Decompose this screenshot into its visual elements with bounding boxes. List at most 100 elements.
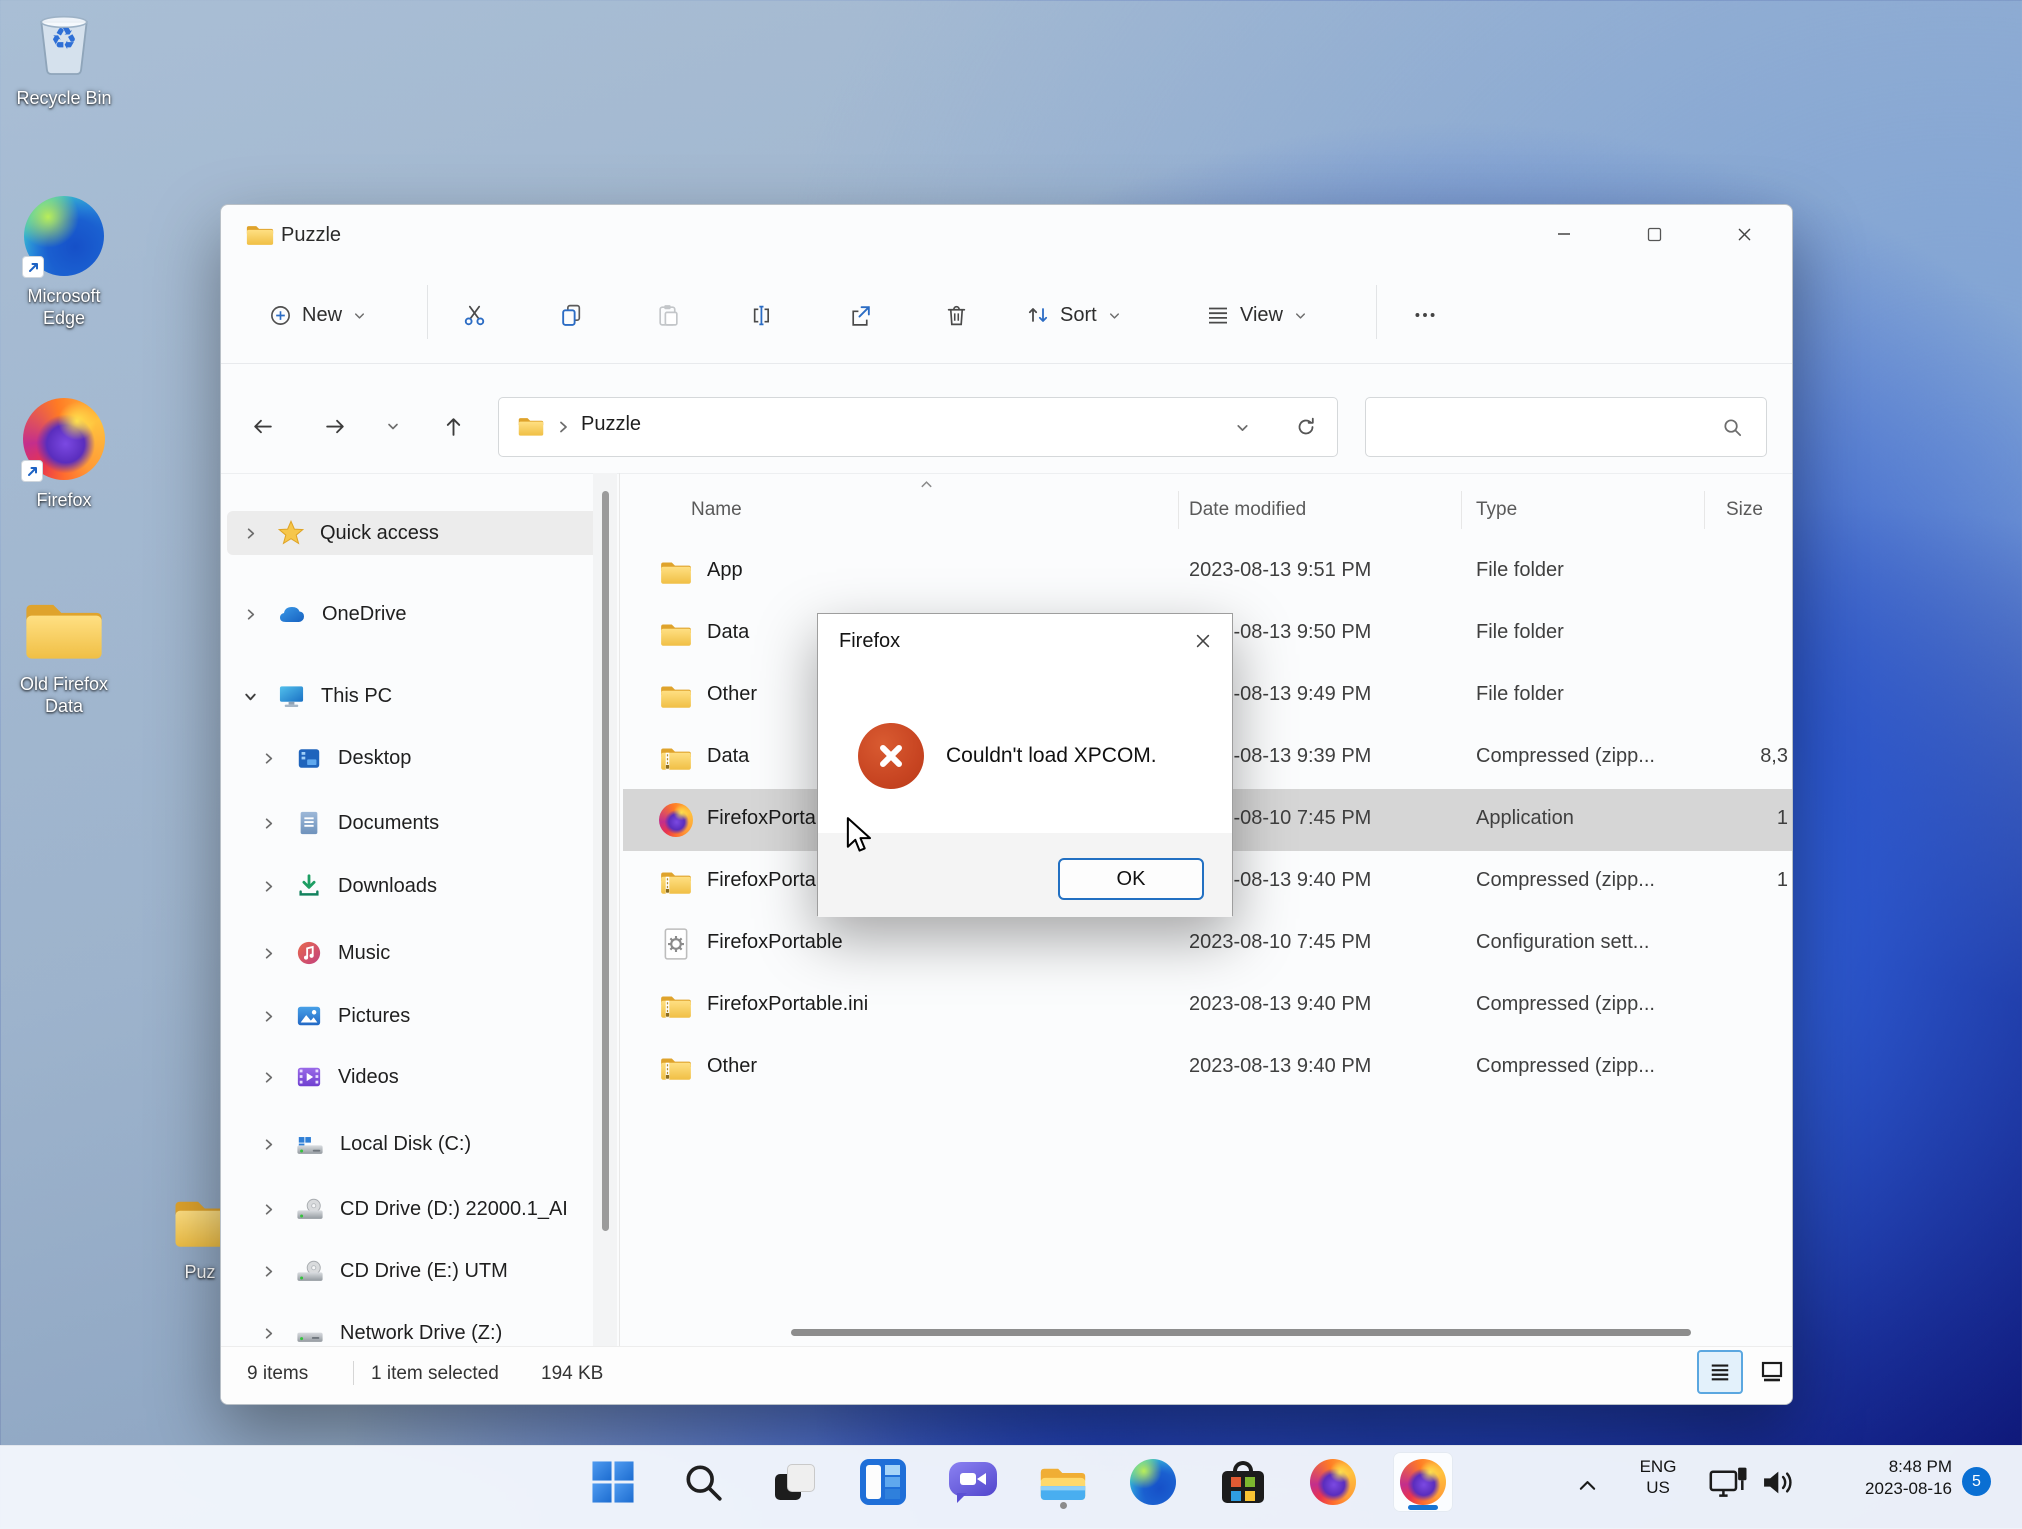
sidebar-item-quick-access[interactable]: Quick access	[227, 511, 607, 555]
firefox-icon	[659, 803, 693, 837]
file-name: Data	[707, 745, 749, 768]
sidebar-item-music[interactable]: Music	[227, 931, 607, 975]
expand-chevron-icon[interactable]	[261, 1070, 276, 1085]
share-button[interactable]	[836, 291, 884, 339]
sidebar-item-onedrive[interactable]: OneDrive	[227, 592, 607, 636]
expand-chevron-icon[interactable]	[243, 607, 258, 622]
expand-chevron-icon[interactable]	[261, 1202, 276, 1217]
clock-time: 8:48 PM	[1812, 1456, 1952, 1478]
arrow-left-icon	[250, 414, 275, 439]
notification-badge[interactable]: 5	[1962, 1467, 1991, 1496]
windows-start-icon	[591, 1460, 635, 1504]
firefox-active-taskbar-button[interactable]	[1393, 1452, 1453, 1512]
column-header-date-modified[interactable]: Date modified	[1189, 499, 1306, 521]
taskbar-search-button[interactable]	[673, 1452, 733, 1512]
task-view-icon-front	[787, 1464, 815, 1492]
rename-button[interactable]	[739, 291, 787, 339]
chevron-down-icon	[352, 308, 367, 323]
search-box[interactable]	[1365, 397, 1767, 457]
table-row-app[interactable]: App 2023-08-13 9:51 PM File folder	[623, 541, 1792, 603]
sidebar-item-local-disk-c[interactable]: Local Disk (C:)	[227, 1122, 607, 1166]
table-row-firefoxportable-ini-zip[interactable]: FirefoxPortable.ini 2023-08-13 9:40 PM C…	[623, 975, 1792, 1037]
sidebar-item-downloads[interactable]: Downloads	[227, 864, 607, 908]
horizontal-scrollbar-thumb[interactable]	[791, 1329, 1691, 1336]
view-button[interactable]: View	[1196, 291, 1318, 339]
refresh-icon[interactable]	[1294, 415, 1318, 439]
status-item-count: 9 items	[247, 1363, 308, 1385]
large-icons-view-button[interactable]	[1749, 1350, 1793, 1394]
tray-show-hidden-icons-button[interactable]	[1568, 1463, 1606, 1507]
start-button[interactable]	[583, 1452, 643, 1512]
back-button[interactable]	[238, 402, 286, 450]
desktop-icon-firefox[interactable]: Firefox	[2, 398, 126, 511]
network-tray-button[interactable]	[1708, 1464, 1750, 1507]
details-view-button[interactable]	[1697, 1350, 1743, 1394]
address-bar[interactable]: Puzzle	[498, 397, 1338, 457]
sidebar-item-this-pc[interactable]: This PC	[227, 674, 607, 718]
delete-button[interactable]	[932, 291, 980, 339]
store-taskbar-button[interactable]	[1213, 1452, 1273, 1512]
close-button[interactable]	[1715, 205, 1773, 263]
sidebar-item-pictures[interactable]: Pictures	[227, 994, 607, 1038]
dialog-close-button[interactable]	[1184, 624, 1222, 658]
cut-button[interactable]	[450, 291, 498, 339]
toolbar-divider	[427, 285, 428, 339]
sort-button[interactable]: Sort	[1016, 291, 1132, 339]
expand-chevron-icon[interactable]	[261, 879, 276, 894]
forward-button[interactable]	[311, 402, 359, 450]
column-separator[interactable]	[1704, 491, 1705, 529]
desktop-icon-old-firefox-data[interactable]: Old Firefox Data	[2, 594, 126, 717]
new-button[interactable]: New	[259, 291, 377, 339]
chevron-down-icon	[1107, 308, 1122, 323]
sidebar-scrollbar-thumb[interactable]	[602, 491, 609, 1231]
column-header-name[interactable]: Name	[691, 499, 742, 521]
sort-ascending-caret-icon	[919, 479, 934, 489]
column-separator[interactable]	[1178, 491, 1179, 529]
expand-chevron-icon[interactable]	[261, 816, 276, 831]
plus-circle-icon	[269, 304, 292, 327]
search-icon	[682, 1461, 724, 1503]
expand-chevron-icon[interactable]	[261, 946, 276, 961]
column-separator[interactable]	[1461, 491, 1462, 529]
file-explorer-taskbar-button[interactable]	[1033, 1452, 1093, 1512]
expand-chevron-icon[interactable]	[261, 751, 276, 766]
collapse-chevron-icon[interactable]	[243, 689, 258, 704]
maximize-button[interactable]	[1625, 205, 1683, 263]
sidebar-item-documents[interactable]: Documents	[227, 801, 607, 845]
copy-button[interactable]	[547, 291, 595, 339]
sidebar-item-cd-drive-d[interactable]: CD Drive (D:) 22000.1_AI	[227, 1187, 607, 1231]
dialog-title: Firefox	[839, 630, 900, 653]
volume-tray-button[interactable]	[1760, 1466, 1798, 1504]
sidebar-item-cd-drive-e[interactable]: CD Drive (E:) UTM	[227, 1249, 607, 1293]
up-button[interactable]	[429, 402, 477, 450]
edge-taskbar-button[interactable]	[1123, 1452, 1183, 1512]
shortcut-arrow-icon	[21, 460, 43, 482]
expand-chevron-icon[interactable]	[243, 526, 258, 541]
column-header-type[interactable]: Type	[1476, 499, 1517, 521]
firefox-taskbar-button[interactable]	[1303, 1452, 1363, 1512]
expand-chevron-icon[interactable]	[261, 1264, 276, 1279]
desktop-icon-recycle-bin[interactable]: ♻ Recycle Bin	[2, 6, 126, 109]
file-date: 2023-08-13 9:40 PM	[1189, 993, 1371, 1016]
task-view-button[interactable]	[763, 1452, 823, 1512]
see-more-button[interactable]	[1397, 291, 1453, 339]
expand-chevron-icon[interactable]	[261, 1326, 276, 1341]
table-row-other-zip[interactable]: Other 2023-08-13 9:40 PM Compressed (zip…	[623, 1037, 1792, 1099]
sidebar-item-desktop[interactable]: Desktop	[227, 736, 607, 780]
widgets-button[interactable]	[853, 1452, 913, 1512]
minimize-button[interactable]	[1535, 205, 1593, 263]
address-dropdown-icon[interactable]	[1234, 419, 1251, 436]
desktop-icon-microsoft-edge[interactable]: Microsoft Edge	[2, 196, 126, 329]
expand-chevron-icon[interactable]	[261, 1009, 276, 1024]
language-indicator[interactable]: ENG US	[1622, 1456, 1694, 1498]
clock[interactable]: 8:48 PM 2023-08-16	[1812, 1456, 1952, 1500]
column-header-size[interactable]: Size	[1726, 499, 1763, 521]
paste-button[interactable]	[644, 291, 692, 339]
expand-chevron-icon[interactable]	[261, 1137, 276, 1152]
recent-locations-button[interactable]	[372, 402, 414, 450]
ok-button[interactable]: OK	[1058, 858, 1204, 900]
breadcrumb[interactable]: Puzzle	[581, 413, 641, 436]
table-row-firefoxportable-ini[interactable]: FirefoxPortable 2023-08-10 7:45 PM Confi…	[623, 913, 1792, 975]
chat-button[interactable]	[943, 1452, 1003, 1512]
sidebar-item-videos[interactable]: Videos	[227, 1055, 607, 1099]
